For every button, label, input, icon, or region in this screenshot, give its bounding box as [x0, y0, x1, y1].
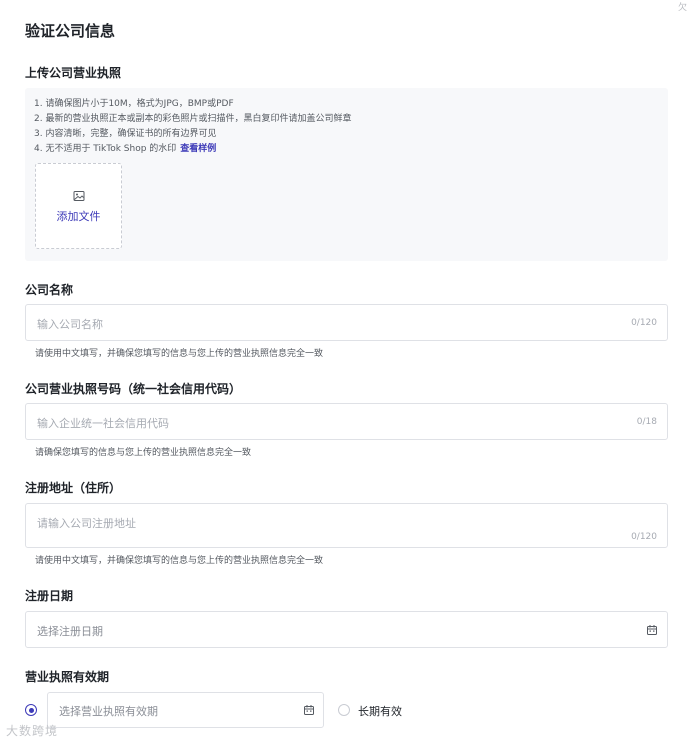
requirement-item: 1. 请确保图片小于10M，格式为JPG，BMP或PDF: [34, 99, 234, 109]
watermark: 大数跨境: [6, 724, 59, 738]
company-name-placeholder: 输入公司名称: [37, 318, 103, 331]
requirement-item: 2. 最新的营业执照正本或副本的彩色照片或扫描件，黑白复印件请加盖公司鲜章: [34, 114, 352, 124]
registered-address-helper: 请使用中文填写，并确保您填写的信息与您上传的营业执照信息完全一致: [35, 556, 324, 566]
registered-address-placeholder: 请输入公司注册地址: [37, 517, 136, 530]
page-title: 验证公司信息: [25, 22, 116, 40]
license-number-label: 公司营业执照号码（统一社会信用代码）: [25, 382, 242, 396]
long-term-radio[interactable]: [338, 704, 350, 716]
add-file-label: 添加文件: [56, 210, 101, 223]
validity-date-picker[interactable]: 选择营业执照有效期: [47, 692, 324, 728]
calendar-icon: [647, 625, 657, 635]
company-name-counter: 0/120: [631, 318, 657, 328]
validity-date-placeholder: 选择营业执照有效期: [59, 705, 158, 718]
license-number-helper: 请确保您填写的信息与您上传的营业执照信息完全一致: [35, 448, 252, 458]
requirement-item: 3. 内容清晰，完整，确保证书的所有边界可见: [34, 129, 217, 139]
license-upload-label: 上传公司营业执照: [25, 66, 122, 80]
registered-address-textarea[interactable]: 请输入公司注册地址 0/120: [25, 503, 668, 548]
license-number-counter: 0/18: [636, 417, 657, 427]
corner-mark: 欠: [678, 3, 688, 13]
license-number-placeholder: 输入企业统一社会信用代码: [37, 417, 169, 430]
calendar-icon: [304, 705, 314, 715]
license-number-input[interactable]: 输入企业统一社会信用代码 0/18: [25, 403, 668, 440]
company-name-helper: 请使用中文填写，并确保您填写的信息与您上传的营业执照信息完全一致: [35, 349, 324, 359]
license-upload-panel: 1. 请确保图片小于10M，格式为JPG，BMP或PDF 2. 最新的营业执照正…: [25, 88, 668, 261]
registration-date-placeholder: 选择注册日期: [37, 625, 103, 638]
company-name-label: 公司名称: [25, 283, 74, 297]
validity-date-radio[interactable]: [25, 704, 37, 716]
upload-requirements: 1. 请确保图片小于10M，格式为JPG，BMP或PDF 2. 最新的营业执照正…: [34, 97, 351, 157]
company-name-input[interactable]: 输入公司名称 0/120: [25, 304, 668, 341]
license-validity-label: 营业执照有效期: [25, 670, 110, 684]
requirement-item-text: 4. 无不适用于 TikTok Shop 的水印: [34, 144, 177, 154]
registered-address-counter: 0/120: [631, 532, 657, 542]
image-icon: [73, 191, 85, 201]
requirement-item-watermark: 4. 无不适用于 TikTok Shop 的水印 查看样例: [34, 142, 351, 157]
registration-date-picker[interactable]: 选择注册日期: [25, 611, 668, 648]
add-file-button[interactable]: 添加文件: [35, 163, 122, 249]
view-example-link[interactable]: 查看样例: [180, 144, 216, 154]
registration-date-label: 注册日期: [25, 589, 74, 603]
long-term-label[interactable]: 长期有效: [358, 703, 402, 719]
registered-address-label: 注册地址（住所）: [25, 481, 122, 495]
